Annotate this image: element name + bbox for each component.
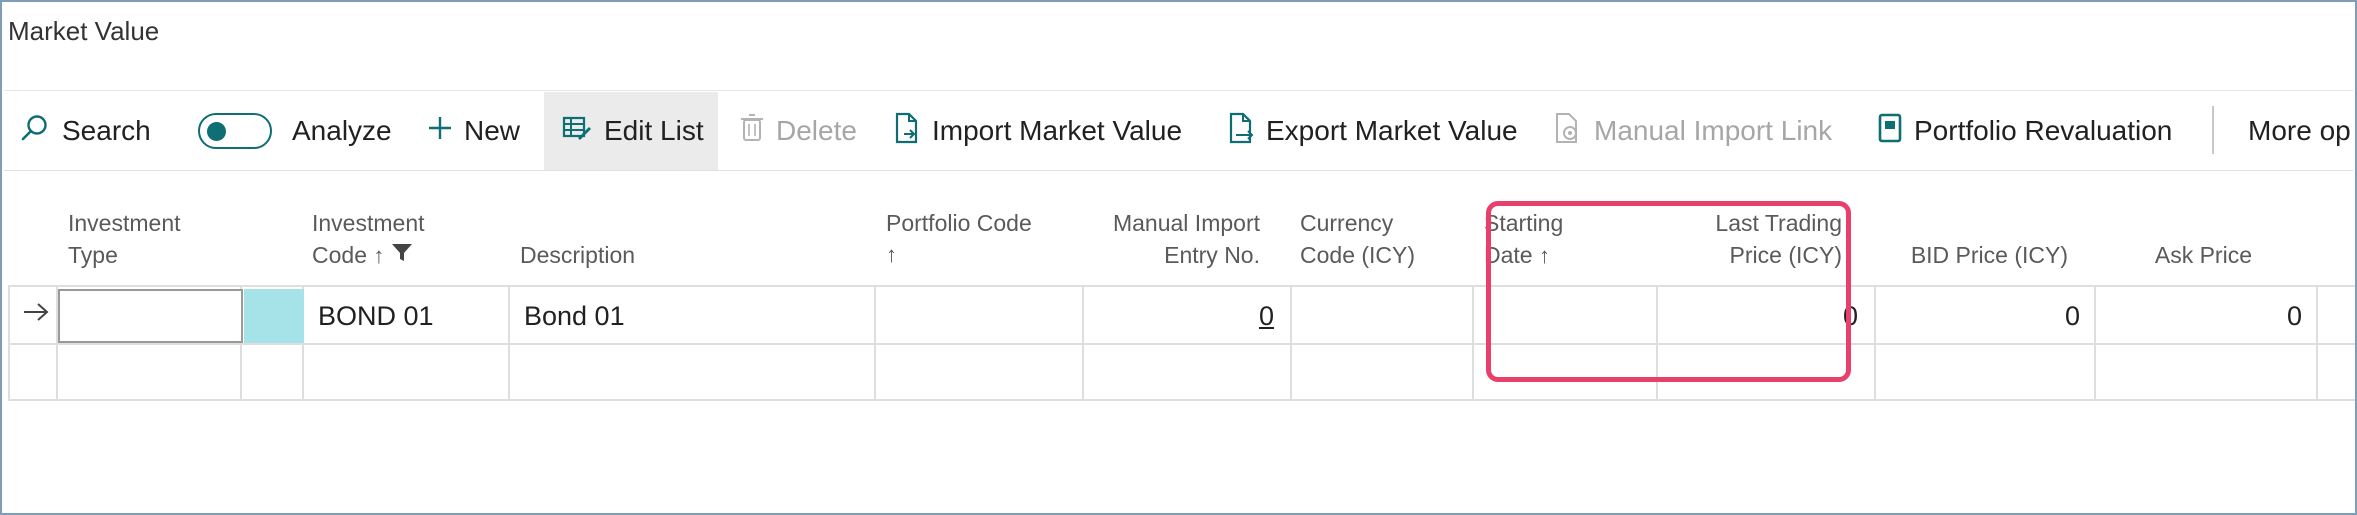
column-divider (8, 286, 10, 401)
current-row-arrow-icon (22, 301, 50, 328)
filter-icon[interactable] (391, 242, 413, 268)
column-divider (1656, 286, 1658, 401)
column-divider (508, 286, 510, 401)
cell-bid-price[interactable]: 0 (1878, 288, 2092, 344)
cell-description[interactable]: Bond 01 (512, 288, 872, 344)
header-starting-date[interactable]: Starting Date ↑ (1484, 171, 1604, 286)
export-file-icon (1228, 112, 1254, 151)
cell-ask-price[interactable]: 0 (2098, 288, 2314, 344)
header-investment-type[interactable]: Investment Type (68, 171, 238, 286)
header-portfolio-code[interactable]: Portfolio Code ↑ (886, 171, 1086, 286)
cell-starting-date[interactable] (1476, 288, 1654, 344)
cell-investment-code[interactable]: BOND 01 (306, 288, 506, 344)
delete-button[interactable]: Delete (740, 92, 857, 170)
import-market-value-label: Import Market Value (932, 115, 1183, 146)
more-options-label: More op (2248, 115, 2351, 146)
header-currency-code[interactable]: Currency Code (ICY) (1300, 171, 1450, 286)
action-bar: Search Analyze New Edit List Delete Impo… (4, 92, 2353, 170)
edit-list-label: Edit List (604, 115, 704, 146)
cell-portfolio-code[interactable] (878, 288, 1078, 344)
export-market-value-label: Export Market Value (1266, 115, 1518, 146)
cell-manual-import-entry-no[interactable]: 0 (1086, 288, 1286, 344)
toolbar-divider (2212, 106, 2214, 154)
edit-list-icon (562, 114, 592, 149)
market-value-grid: Investment Type Investment Code ↑ Descri… (8, 171, 2355, 401)
manual-import-icon (1554, 112, 1582, 151)
import-file-icon (894, 112, 920, 151)
header-ask-price[interactable]: Ask Price (2088, 171, 2252, 286)
header-investment-code[interactable]: Investment Code ↑ (312, 171, 452, 286)
manual-import-link-button[interactable]: Manual Import Link (1554, 92, 1832, 170)
sort-ascending-icon: ↑ (1538, 243, 1550, 268)
portfolio-revaluation-label: Portfolio Revaluation (1914, 115, 2173, 146)
portfolio-revaluation-button[interactable]: Portfolio Revaluation (1878, 92, 2172, 170)
search-label: Search (62, 115, 151, 146)
export-market-value-button[interactable]: Export Market Value (1228, 92, 1518, 170)
analyze-label: Analyze (292, 115, 392, 146)
row-divider (8, 399, 2355, 401)
import-market-value-button[interactable]: Import Market Value (894, 92, 1182, 170)
edit-list-button[interactable]: Edit List (544, 92, 718, 170)
more-options-button[interactable]: More op (2248, 92, 2351, 170)
delete-label: Delete (776, 115, 857, 146)
column-divider (1082, 286, 1084, 401)
header-manual-import-entry-no[interactable]: Manual Import Entry No. (1088, 171, 1260, 286)
trash-icon (740, 113, 764, 150)
cell-currency-code[interactable] (1294, 288, 1470, 344)
cell-last-trading-price[interactable]: 0 (1660, 288, 1870, 344)
manual-import-link-label: Manual Import Link (1594, 115, 1833, 146)
investment-type-input[interactable] (58, 289, 243, 343)
header-divider (8, 285, 2355, 287)
column-divider (2094, 286, 2096, 401)
column-divider (874, 286, 876, 401)
new-label: New (464, 115, 521, 146)
page-title: Market Value (8, 16, 160, 46)
toggle-switch-icon (198, 113, 272, 149)
sort-ascending-icon: ↑ (373, 243, 385, 268)
selected-cell-indicator (244, 289, 304, 343)
analyze-toggle[interactable]: Analyze (198, 92, 392, 170)
search-button[interactable]: Search (20, 92, 151, 170)
title-divider (4, 90, 2353, 91)
header-description[interactable]: Description (520, 171, 720, 286)
search-icon (20, 113, 50, 150)
new-button[interactable]: New (426, 92, 520, 170)
header-bid-price[interactable]: BID Price (ICY) (1858, 171, 2068, 286)
column-divider (1472, 286, 1474, 401)
column-divider (1874, 286, 1876, 401)
column-divider (1290, 286, 1292, 401)
sort-ascending-icon: ↑ (886, 242, 897, 267)
plus-icon (426, 114, 454, 149)
portfolio-icon (1878, 113, 1902, 150)
header-last-trading-price[interactable]: Last Trading Price (ICY) (1652, 171, 1842, 286)
column-divider (2316, 286, 2318, 401)
window-frame: Market Value Search Analyze New Edit Lis… (0, 0, 2357, 515)
